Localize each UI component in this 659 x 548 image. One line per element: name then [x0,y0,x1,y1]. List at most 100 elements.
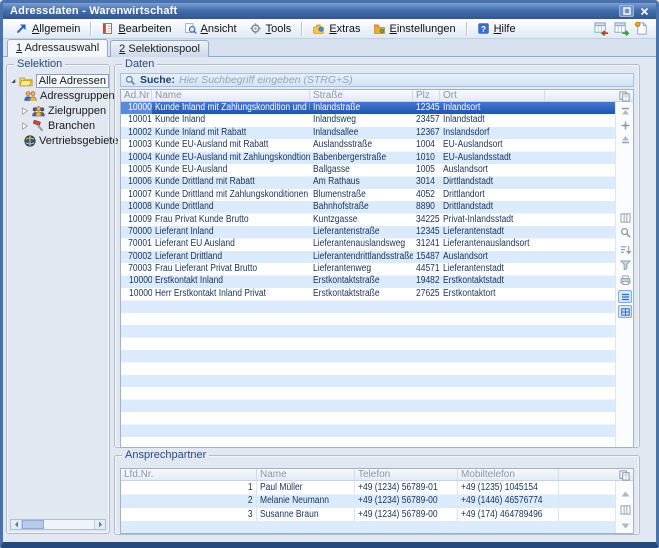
restore-window-icon[interactable] [619,5,634,17]
columns-icon[interactable] [618,503,632,516]
table-export-icon[interactable] [592,20,610,37]
column-header-ort[interactable]: Ort [440,90,545,101]
address-row[interactable]: 10007 Kunde Drittland mit Zahlungskondit… [121,189,615,201]
gear-icon [249,22,262,35]
app-window: Adressdaten - Warenwirtschaft Allgemein … [0,0,659,548]
copy-grid-icon[interactable] [617,90,631,102]
list-view-icon[interactable] [618,290,632,303]
contacts-group-title: Ansprechpartner [122,449,209,461]
menu-hilfe[interactable]: ? Hilfe [471,20,522,37]
scroll-up-icon[interactable] [618,487,632,500]
selection-horizontal-scrollbar[interactable] [10,519,106,530]
menu-einstellungen[interactable]: Einstellungen [367,20,462,37]
open-folder-icon [19,75,33,87]
close-window-icon[interactable] [637,5,652,17]
scroll-down-icon[interactable] [618,519,632,532]
address-row[interactable]: 70003 Frau Lieferant Privat Brutto Liefe… [121,263,615,275]
address-row[interactable]: 10004 Kunde EU-Ausland mit Zahlungskondt… [121,152,615,164]
grid-view-icon[interactable] [618,305,632,318]
svg-text:?: ? [480,24,485,34]
scroll-top-icon[interactable] [618,105,632,118]
address-row[interactable]: 100000 Erstkontakt Inland Erstkontaktstr… [121,275,615,287]
tree-expanded-icon[interactable] [11,77,16,85]
address-row[interactable]: 70000 Lieferant Inland Lieferantenstraße… [121,226,615,238]
search-input[interactable]: Hier Suchbegriff eingeben (STRG+S) [179,74,353,86]
contacts-table-header: Lfd.Nr. Name Telefon Mobiltelefon [121,469,633,481]
column-header-kname[interactable]: Name [257,469,355,480]
column-header-mobiltelefon[interactable]: Mobiltelefon [458,469,559,480]
tab-selektionspool[interactable]: 2 Selektionspool [110,40,209,57]
help-icon: ? [477,22,490,35]
data-group-title: Daten [122,58,157,70]
column-header-strasse[interactable]: Straße [310,90,413,101]
menu-allgemein[interactable]: Allgemein [9,20,86,37]
filter-icon[interactable] [618,258,632,271]
menu-separator [90,22,91,36]
address-row[interactable]: 70001 Lieferant EU Ausland Lieferantenau… [121,238,615,250]
locate-icon[interactable] [618,119,632,132]
search-icon [125,75,136,86]
selection-tree: Alle Adressen Adressgruppen Zielgruppen … [7,73,109,148]
scroll-right-icon[interactable] [94,520,105,529]
titlebar[interactable]: Adressdaten - Warenwirtschaft [3,3,656,19]
column-header-name[interactable]: Name [152,90,310,101]
tree-node-adressgruppen[interactable]: Adressgruppen [7,88,109,103]
print-icon[interactable] [618,273,632,286]
address-row[interactable]: 10002 Kunde Inland mit Rabatt Inlandsall… [121,127,615,139]
contact-row[interactable]: 3 Susanne Braun +49 (1234) 56789-00 +49 … [121,508,615,521]
tree-collapsed-icon[interactable] [21,122,29,130]
tab-strip: 1 Adressauswahl 2 Selektionspool [3,39,656,57]
tree-collapsed-icon[interactable] [21,107,29,115]
address-table: Ad.Nr Name Straße Plz Ort 10000 Kunde In… [120,89,634,448]
copy-grid-icon[interactable] [617,469,631,481]
menu-ansicht[interactable]: Ansicht [178,20,243,37]
tree-node-vertriebsgebiete[interactable]: Vertriebsgebiete [7,133,109,148]
address-row[interactable]: 10008 Kunde Drittland Bahnhofstraße 8890… [121,201,615,213]
address-row[interactable]: 10000 Kunde Inland mit Zahlungskondition… [121,102,615,114]
menubar: Allgemein Bearbeiten Ansicht Tools Extra… [3,19,656,39]
people-pair-icon [24,90,37,102]
menu-tools[interactable]: Tools [243,20,298,37]
tab-adressauswahl[interactable]: 1 Adressauswahl [7,39,108,57]
address-row[interactable]: 10001 Kunde Inland Inlandsweg 23457 Inla… [121,114,615,126]
table-import-icon[interactable] [612,20,630,37]
scrollbar-thumb[interactable] [22,520,44,529]
tree-node-alle-adressen[interactable]: Alle Adressen [7,73,109,88]
menu-separator [301,22,302,36]
table-toolstrip [615,102,633,447]
notebook-icon [101,22,114,35]
contacts-table-body: 1 Paul Müller +49 (1234) 56789-01 +49 (1… [121,481,615,533]
search-bar[interactable]: Suche: Hier Suchbegriff eingeben (STRG+S… [120,73,634,87]
menu-extras[interactable]: Extras [306,20,366,37]
tree-node-branchen[interactable]: Branchen [7,118,109,133]
address-row[interactable]: 10006 Kunde Drittland mit Rabatt Am Rath… [121,176,615,188]
address-row[interactable]: 70002 Lieferant Drittland Lieferantendri… [121,251,615,263]
selection-group-title: Selektion [14,58,65,70]
contact-row[interactable]: 1 Paul Müller +49 (1234) 56789-01 +49 (1… [121,481,615,494]
tree-node-zielgruppen[interactable]: Zielgruppen [7,103,109,118]
column-header-lfdnr[interactable]: Lfd.Nr. [121,469,257,480]
menu-bearbeiten[interactable]: Bearbeiten [95,20,177,37]
address-row[interactable]: 10009 Frau Privat Kunde Brutto Kuntzgass… [121,214,615,226]
settings-folder-icon [373,22,386,35]
scroll-up-icon[interactable] [618,133,632,146]
selection-groupbox: Selektion Alle Adressen Adressgruppen Zi… [6,64,110,534]
column-header-plz[interactable]: Plz [413,90,440,101]
address-table-body: 10000 Kunde Inland mit Zahlungskondition… [121,102,615,447]
contact-row[interactable]: 2 Melanie Neumann +49 (1234) 56789-00 +4… [121,494,615,507]
hammer-icon [32,120,45,132]
address-row[interactable]: 10005 Kunde EU-Ausland Ballgasse 1005 Au… [121,164,615,176]
search-label: Suche: [140,74,175,86]
scroll-left-icon[interactable] [11,520,22,529]
address-row[interactable]: 10003 Kunde EU-Ausland mit Rabatt Auslan… [121,139,615,151]
view-magnifier-icon [184,22,197,35]
column-header-adnr[interactable]: Ad.Nr [121,90,152,101]
column-header-telefon[interactable]: Telefon [355,469,458,480]
search-icon[interactable] [618,226,632,239]
address-row[interactable]: 100001 Herr Erstkontakt Inland Privat Er… [121,288,615,300]
data-groupbox: Daten Suche: Hier Suchbegriff eingeben (… [114,64,640,448]
window-title: Adressdaten - Warenwirtschaft [10,3,616,19]
sort-icon[interactable] [618,243,632,256]
new-page-icon[interactable] [632,20,650,37]
columns-icon[interactable] [618,211,632,224]
